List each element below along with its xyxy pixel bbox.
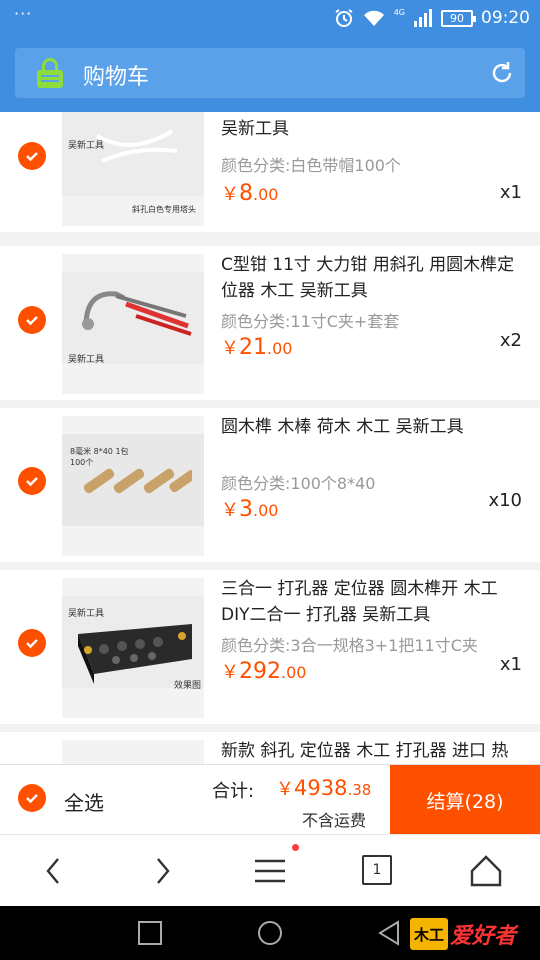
check-icon [26,477,38,487]
item-spec: 颜色分类:白色带帽100个 [221,156,401,175]
select-all-label[interactable]: 全选 [64,787,104,816]
header-bar: 购物车 [15,48,525,98]
thumb-brand: 吴新工具 [68,609,105,619]
thumb-caption: 斜孔白色专用塔头 [132,205,196,214]
select-all-checkbox[interactable] [18,784,46,812]
system-navigation-bar: 木工 爱好者 [0,906,540,960]
check-icon [26,639,38,649]
product-thumbnail[interactable] [62,740,204,764]
signal-icon [414,9,432,27]
item-price: ￥8.00 [221,181,279,206]
total-label: 合计: [212,781,255,802]
item-price: ￥21.00 [221,335,293,360]
check-icon [26,794,38,804]
thumb-caption: 8毫米 8*40 1包100个 [70,447,129,467]
home-button[interactable] [468,853,504,889]
item-quantity: x1 [499,654,522,675]
product-thumbnail[interactable]: 吴新工具 斜孔白色专用塔头 [62,112,204,226]
refresh-icon[interactable] [489,60,515,86]
item-checkbox[interactable] [18,467,46,495]
cart-item[interactable]: 新款 斜孔 定位器 木工 打孔器 进口 热 [0,732,540,764]
forward-button[interactable] [144,853,180,889]
home-circle-icon[interactable] [257,920,283,946]
thumb-brand: 吴新工具 [68,355,105,365]
item-checkbox[interactable] [18,629,46,657]
clock: 09:20 [481,8,530,28]
cart-item[interactable]: 吴新工具 C型钳 11寸 大力钳 用斜孔 用圆木榫定位器 木工 吴新工具 颜色分… [0,246,540,400]
item-spec: 颜色分类:11寸C夹+套套 [221,312,400,331]
product-image [78,624,192,684]
item-title[interactable]: C型钳 11寸 大力钳 用斜孔 用圆木榫定位器 木工 吴新工具 [221,252,527,304]
check-icon [26,152,38,162]
tabs-button[interactable]: 1 [362,855,392,885]
item-title[interactable]: 圆木榫 木棒 荷木 木工 吴新工具 [221,414,527,440]
cart-item[interactable]: 吴新工具 斜孔白色专用塔头 吴新工具 颜色分类:白色带帽100个 ￥8.00 x… [0,112,540,232]
browser-toolbar [0,834,540,906]
item-title[interactable]: 吴新工具 [221,116,527,142]
item-title[interactable]: 三合一 打孔器 定位器 圆木榫开 木工 DIY二合一 打孔器 吴新工具 [221,576,527,628]
home-icon [470,855,502,887]
item-checkbox[interactable] [18,306,46,334]
cart-item[interactable]: 吴新工具 效果图 三合一 打孔器 定位器 圆木榫开 木工 DIY二合一 打孔器 … [0,570,540,724]
item-spec: 颜色分类:100个8*40 [221,474,376,493]
product-thumbnail[interactable]: 吴新工具 效果图 [62,578,204,718]
item-title[interactable]: 新款 斜孔 定位器 木工 打孔器 进口 热 [221,738,527,764]
back-triangle-icon[interactable] [376,920,402,946]
logo-mark: 木工 [410,918,448,950]
lock-icon [37,58,63,88]
item-quantity: x10 [488,490,522,511]
item-spec: 颜色分类:3合一规格3+1把11寸C夹 [221,636,478,655]
back-button[interactable] [36,853,72,889]
product-thumbnail[interactable]: 8毫米 8*40 1包100个 [62,416,204,556]
watermark-logo: 木工 爱好者 [410,917,516,951]
cart-list[interactable]: 吴新工具 斜孔白色专用塔头 吴新工具 颜色分类:白色带帽100个 ￥8.00 x… [0,112,540,764]
menu-icon [255,859,285,883]
chevron-right-icon [157,858,170,884]
watermark-text: 爱好者 [450,924,517,949]
item-quantity: x2 [499,330,522,351]
thumb-brand: 吴新工具 [68,141,105,151]
item-price: ￥3.00 [221,497,279,522]
network-type: 4G [393,7,405,17]
checkout-button[interactable]: 结算(28) [390,765,540,835]
menu-button[interactable] [252,853,288,889]
thumb-caption: 效果图 [174,681,202,691]
status-bar: ··· 4G 90 09:20 [0,0,540,36]
product-thumbnail[interactable]: 吴新工具 [62,254,204,394]
page-title: 购物车 [83,65,150,90]
wifi-icon [363,10,384,26]
item-quantity: x1 [499,182,522,203]
chevron-left-icon [46,858,59,884]
item-price: ￥292.00 [221,659,307,684]
shipping-note: 不含运费 [302,811,367,830]
recents-icon[interactable] [137,920,163,946]
alarm-icon [335,9,353,27]
cart-item[interactable]: 8毫米 8*40 1包100个 圆木榫 木棒 荷木 木工 吴新工具 颜色分类:1… [0,408,540,562]
product-image [82,291,192,336]
notification-dot [292,844,299,851]
total-amount: ￥4938.38 [276,776,372,800]
checkout-bar: 全选 合计: ￥4938.38 不含运费 结算(28) [0,764,540,835]
product-image [96,129,178,163]
item-checkbox[interactable] [18,142,46,170]
notification-dots: ··· [14,4,33,23]
check-icon [26,316,38,326]
battery-icon: 90 [441,9,476,27]
